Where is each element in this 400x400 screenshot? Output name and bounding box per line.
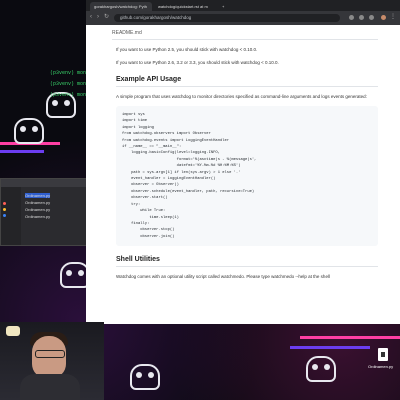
section-heading-example: Example API Usage — [116, 76, 378, 87]
python-file-icon[interactable] — [378, 348, 388, 361]
readme-page: README.md If you want to use Python 2.5,… — [86, 25, 400, 324]
section-heading-shell: Shell Utilities — [116, 256, 378, 268]
wallpaper-stripe — [290, 346, 370, 349]
paragraph-python26: If you want to use Python 2.6, 3.2 or 3.… — [116, 60, 279, 65]
wallpaper-stripe — [300, 336, 400, 339]
skull-icon — [130, 364, 160, 390]
background-lamp — [6, 326, 20, 336]
extension-icon[interactable] — [349, 15, 354, 20]
webcam-overlay — [0, 322, 104, 400]
back-icon[interactable]: ‹ — [90, 14, 96, 20]
address-bar-row: ‹ › ↻ github.com/gorakhargosh/watchdog ⋮ — [86, 11, 400, 25]
menu-icon[interactable]: ⋮ — [390, 14, 396, 20]
browser-window[interactable]: gorakhargosh/watchdog: Pyth watchdog/qui… — [86, 0, 400, 324]
file-manager-titlebar[interactable] — [1, 179, 93, 187]
profile-avatar[interactable] — [381, 15, 386, 20]
tag-orange-icon[interactable] — [3, 208, 6, 211]
person-shirt — [20, 374, 80, 400]
reload-icon[interactable]: ↻ — [104, 14, 110, 20]
tag-red-icon[interactable] — [3, 202, 6, 205]
code-block[interactable]: import sys import time import logging fr… — [116, 106, 378, 247]
skull-icon — [306, 356, 336, 382]
forward-icon[interactable]: › — [97, 14, 103, 20]
new-tab-button[interactable]: + — [218, 2, 226, 11]
tab-quickstart[interactable]: watchdog/quickstart.rst at m — [154, 2, 216, 11]
paragraph-intro: A simple program that uses watchdog to m… — [116, 94, 367, 99]
file-row[interactable]: Ordinamen.py — [25, 214, 50, 219]
file-manager-window[interactable]: Ordinamen.py Ordinamen.py Ordinamen.py O… — [0, 178, 94, 246]
paragraph-shell: Watchdog comes with an optional utility … — [116, 274, 330, 280]
file-row[interactable]: Ordinamen.py — [25, 200, 50, 205]
code-line: observer.join() — [122, 234, 175, 239]
file-row[interactable]: Ordinamen.py — [25, 207, 50, 212]
tab-watchdog-repo[interactable]: gorakhargosh/watchdog: Pyth — [90, 2, 152, 11]
desktop-file-label[interactable]: Ordinamen.py — [368, 364, 393, 369]
extension-icon[interactable] — [369, 15, 374, 20]
tag-blue-icon[interactable] — [3, 214, 6, 217]
wallpaper-stripe — [0, 150, 44, 153]
file-manager-sidebar — [1, 187, 21, 245]
file-row[interactable]: Ordinamen.py — [25, 193, 51, 198]
extension-icon[interactable] — [359, 15, 364, 20]
person-glasses — [35, 350, 65, 358]
tab-bar: gorakhargosh/watchdog: Pyth watchdog/qui… — [86, 0, 400, 11]
paragraph-python25: If you want to use Python 2.5, you shoul… — [116, 47, 258, 52]
skull-icon — [14, 118, 44, 144]
readme-header: README.md — [112, 30, 378, 40]
url-field[interactable]: github.com/gorakhargosh/watchdog — [114, 14, 340, 22]
